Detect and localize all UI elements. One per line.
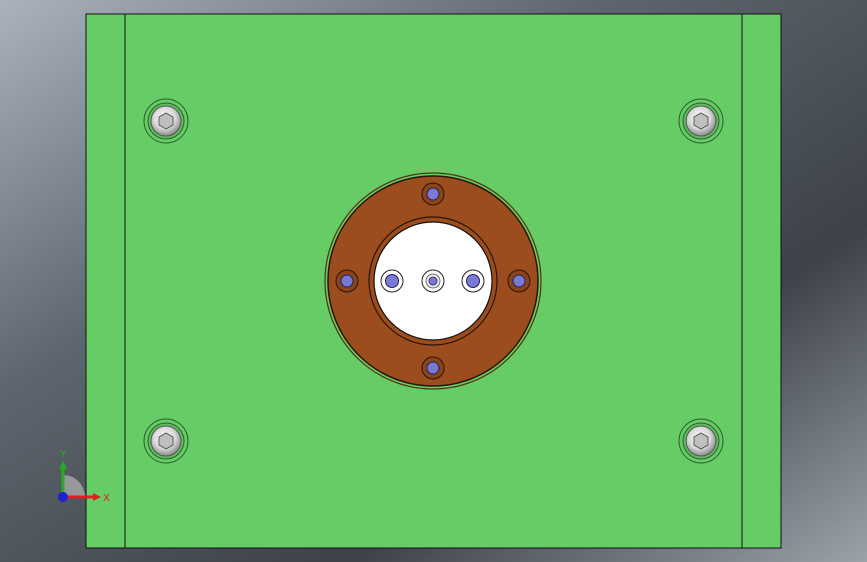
socket-head-screw-icon [693,112,709,130]
socket-head-screw-icon [158,432,174,450]
fixing-screw-top-left[interactable] [143,98,189,144]
ring-bolt-bottom[interactable] [421,356,445,380]
sprue-bushing[interactable] [373,221,493,341]
socket-head-screw-icon [693,432,709,450]
fixing-screw-bottom-right[interactable] [678,418,724,464]
ring-bolt-right[interactable] [507,269,531,293]
z-axis-dot [58,492,68,502]
ring-bolt-left[interactable] [335,269,359,293]
triad-y-label: Y [59,449,67,460]
ring-bolt-top[interactable] [421,182,445,206]
socket-head-screw-icon [158,112,174,130]
cad-viewport[interactable]: Y X [0,0,867,562]
bushing-hole-right[interactable] [461,269,485,293]
fixing-screw-top-right[interactable] [678,98,724,144]
bushing-hole-center[interactable] [421,269,445,293]
bushing-hole-left[interactable] [380,269,404,293]
fixing-screw-bottom-left[interactable] [143,418,189,464]
cad-scene[interactable]: Y X [0,0,867,562]
triad-x-label: X [103,493,110,504]
